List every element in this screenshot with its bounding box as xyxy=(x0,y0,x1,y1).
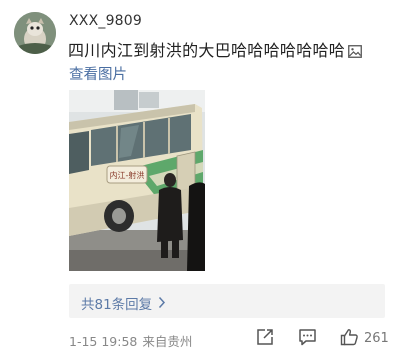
share-icon[interactable] xyxy=(256,328,274,350)
post-meta: 1-15 19:58 来自贵州 xyxy=(69,331,192,350)
comments-count-label: 共81条回复 xyxy=(81,297,153,313)
comments-link[interactable]: 共81条回复 xyxy=(69,284,385,318)
post-photo[interactable]: 内江-射洪 xyxy=(69,90,205,271)
bus-sign-text: 内江-射洪 xyxy=(110,170,145,180)
view-pictures-link[interactable]: 查看图片 xyxy=(69,63,127,84)
post-location: 来自贵州 xyxy=(142,334,193,349)
post-text-content: 四川内江到射洪的大巴哈哈哈哈哈哈哈 xyxy=(68,41,346,60)
timestamp: 1-15 19:58 xyxy=(69,334,138,349)
thumbs-up-icon[interactable] xyxy=(340,328,359,350)
comment-icon[interactable] xyxy=(298,328,317,350)
image-icon xyxy=(348,43,363,62)
weibo-post: XXX_9809 四川内江到射洪的大巴哈哈哈哈哈哈哈 查看图片 内江-射洪 共8… xyxy=(0,0,400,353)
chevron-right-icon xyxy=(158,294,166,313)
avatar[interactable] xyxy=(14,12,56,54)
bus-photo-image: 内江-射洪 xyxy=(69,90,205,271)
username[interactable]: XXX_9809 xyxy=(69,13,142,29)
like-count: 261 xyxy=(364,331,389,346)
post-text: 四川内江到射洪的大巴哈哈哈哈哈哈哈 xyxy=(68,37,363,62)
avatar-image xyxy=(14,12,56,54)
